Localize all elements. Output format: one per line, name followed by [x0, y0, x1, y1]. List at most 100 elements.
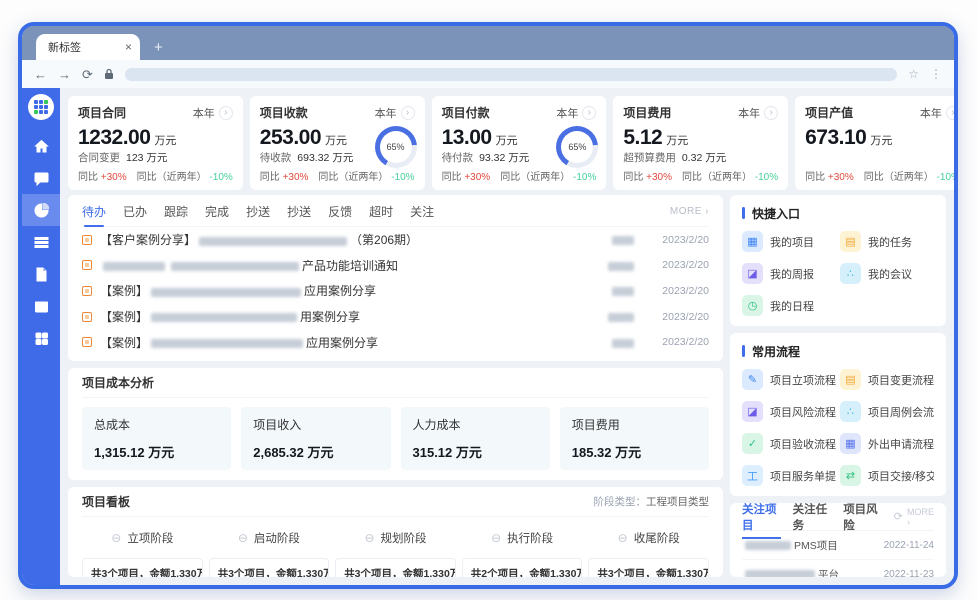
project-risk-entry[interactable]: ◪ 项目风险流程 — [742, 401, 836, 422]
period-filter[interactable]: 本年 › — [556, 105, 597, 121]
project-change-entry[interactable]: ▤ 项目变更流程 — [840, 369, 934, 390]
kpi-sub-metric: 合同变更 123 万元 — [78, 152, 168, 164]
chevron-right-icon[interactable]: › — [945, 105, 954, 120]
kpi-value: 1232.00 万元 — [78, 126, 177, 149]
todo-tab-6[interactable]: 抄送 — [287, 196, 311, 227]
sidebar-item-calendar[interactable] — [22, 290, 60, 322]
period-filter[interactable]: 本年 › — [375, 105, 415, 121]
my-project-entry[interactable]: ▦ 我的项目 — [742, 231, 836, 252]
stage-chevron-3[interactable]: ⊖ 规划阶段 — [335, 525, 456, 551]
entry-label: 项目立项流程 — [770, 374, 836, 387]
address-bar[interactable] — [124, 67, 898, 81]
sidebar-item-home[interactable] — [22, 130, 60, 162]
circle-minus-icon: ⊖ — [491, 531, 502, 545]
stage-card[interactable]: 共3个项目，金额1,330万元负责人： — [335, 558, 456, 577]
project-initiation-icon: ✎ — [742, 369, 763, 390]
service-ticket-entry[interactable]: 工项目服务单提交 — [742, 465, 836, 486]
app-logo[interactable] — [28, 94, 54, 120]
todo-tab-9[interactable]: 关注 — [410, 196, 434, 227]
kpi-card-2: 项目收款 本年 › 253.00 万元 65% 待收款 693.32 万元 同比 +30% 同比（… — [249, 96, 425, 190]
todo-row[interactable]: 产品功能培训通知 2023/2/20 — [82, 257, 709, 274]
todo-tab-1[interactable]: 待办 — [82, 196, 106, 227]
kpi-yoy: 同比 +30% 同比（近两年） -10% — [623, 172, 779, 183]
back-icon[interactable]: ← — [34, 68, 47, 81]
handover-entry[interactable]: ⇄ 项目交接/移交流程 — [840, 465, 934, 486]
weekly-meeting-entry[interactable]: ∴ 项目周例会流程 — [840, 401, 934, 422]
follow-tab-2[interactable]: 关注任务 — [793, 503, 832, 539]
stage-chevron-4[interactable]: ⊖ 执行阶段 — [462, 525, 583, 551]
my-report-entry[interactable]: ◪ 我的周报 — [742, 263, 836, 284]
period-label: 本年 — [192, 107, 215, 120]
chevron-right-icon[interactable]: › — [582, 105, 597, 120]
stage-chevron-5[interactable]: ⊖ 收尾阶段 — [588, 525, 709, 551]
my-schedule-entry[interactable]: ◷ 我的日程 — [742, 295, 836, 316]
acceptance-entry[interactable]: ✓ 项目验收流程 — [742, 433, 836, 454]
chevron-right-icon[interactable]: › — [400, 105, 415, 120]
sidebar-item-pie[interactable] — [22, 194, 60, 226]
stage-card[interactable]: 共2个项目，金额1,330万元负责人： — [461, 558, 583, 577]
kanban-title: 项目看板 — [82, 495, 131, 509]
cost-box[interactable]: 项目费用 185.32 万元 — [559, 407, 709, 470]
todo-row[interactable]: 【案例】 应用案例分享 2023/2/20 — [82, 334, 709, 351]
todo-date: 2023/2/20 — [662, 233, 709, 246]
entry-label: 项目风险流程 — [770, 406, 836, 419]
period-filter[interactable]: 本年 › — [920, 105, 954, 121]
entry-label: 我的周报 — [770, 268, 814, 281]
circle-minus-icon: ⊖ — [111, 531, 122, 545]
sidebar-item-chat[interactable] — [22, 162, 60, 194]
new-tab-button[interactable]: + — [154, 40, 163, 55]
period-filter[interactable]: 本年 › — [738, 105, 779, 121]
stage-card[interactable]: 共3个项目，金额1,330万元负责人： — [82, 558, 203, 577]
todo-row[interactable]: 【案例】 用案例分享 2023/2/20 — [82, 308, 709, 325]
my-task-icon: ▤ — [840, 231, 861, 252]
todo-tab-2[interactable]: 已办 — [123, 196, 147, 227]
browser-tab[interactable]: 新标签 × — [36, 34, 140, 60]
todo-tab-5[interactable]: 抄送 — [246, 196, 270, 227]
my-task-entry[interactable]: ▤ 我的任务 — [840, 231, 934, 252]
sidebar-item-list[interactable] — [22, 226, 60, 258]
out-request-entry[interactable]: ▦ 外出申请流程 — [840, 433, 934, 454]
sidebar-item-doc[interactable] — [22, 258, 60, 290]
project-initiation-entry[interactable]: ✎ 项目立项流程 — [742, 369, 836, 390]
sidebar-item-grid[interactable] — [22, 322, 60, 354]
calendar-icon — [34, 301, 48, 312]
chat-icon — [34, 172, 48, 186]
todo-list: 【客户案例分享】 （第206期） 2023/2/20 产品功能培训通知 2023/2/2… — [82, 227, 709, 355]
todo-tab-3[interactable]: 跟踪 — [164, 196, 188, 227]
cost-box[interactable]: 项目收入 2,685.32 万元 — [241, 407, 391, 470]
stage-card[interactable]: 共3个项目，金额1,330万元负责人： — [208, 558, 330, 577]
follow-tab-3[interactable]: 项目风险 — [843, 503, 882, 539]
todo-row[interactable]: 【客户案例分享】 （第206期） 2023/2/20 — [82, 231, 709, 248]
tab-close-icon[interactable]: × — [125, 40, 132, 54]
kpi-row: 项目合同 本年 › 1232.00 万元 合同变更 123 万元 同比 +30% 同比（近两年）… — [68, 96, 954, 190]
more-link[interactable]: MORE › — [670, 206, 709, 217]
todo-row[interactable]: 【案例】 应用案例分享 2023/2/20 — [82, 282, 709, 299]
reload-icon[interactable]: ⟳ — [82, 68, 93, 81]
quick-entry-card: 快捷入口 ▦ 我的项目 ▤ 我的任务 ◪ 我的周报 ∴ 我的会议 ◷ 我的日程 — [730, 195, 946, 326]
more-link[interactable]: MORE › — [907, 507, 934, 527]
stage-chevron-1[interactable]: ⊖ 立项阶段 — [82, 525, 203, 551]
forward-icon[interactable]: → — [58, 68, 71, 81]
redacted-text — [151, 313, 298, 323]
chevron-right-icon[interactable]: › — [764, 105, 779, 120]
kpi-title: 项目收款 — [259, 106, 308, 120]
todo-tab-4[interactable]: 完成 — [205, 196, 229, 227]
todo-tab-8[interactable]: 超时 — [369, 196, 393, 227]
stage-type-filter[interactable]: 阶段类型：工程项目类型 — [594, 494, 710, 509]
period-filter[interactable]: 本年 › — [193, 105, 233, 121]
stage-card[interactable]: 共3个项目，金额1,330万元负责人： — [588, 558, 709, 577]
menu-icon[interactable]: ⋮ — [930, 67, 942, 81]
follow-row[interactable]: 平台 2022-11-23 — [742, 560, 934, 577]
kpi-yoy: 同比 +30% 同比（近两年） -10% — [805, 172, 958, 183]
bookmark-icon[interactable]: ☆ — [908, 67, 919, 81]
my-meeting-entry[interactable]: ∴ 我的会议 — [840, 263, 934, 284]
assignee — [609, 335, 637, 349]
stage-chevron-2[interactable]: ⊖ 启动阶段 — [209, 525, 330, 551]
todo-tab-7[interactable]: 反馈 — [328, 196, 352, 227]
refresh-icon[interactable]: ⟳ — [894, 510, 903, 523]
follow-tab-1[interactable]: 关注项目 — [742, 503, 781, 539]
circle-minus-icon: ⊖ — [364, 531, 375, 545]
cost-box[interactable]: 总成本 1,315.12 万元 — [82, 407, 232, 470]
chevron-right-icon[interactable]: › — [218, 105, 233, 120]
cost-box[interactable]: 人力成本 315.12 万元 — [400, 407, 550, 470]
